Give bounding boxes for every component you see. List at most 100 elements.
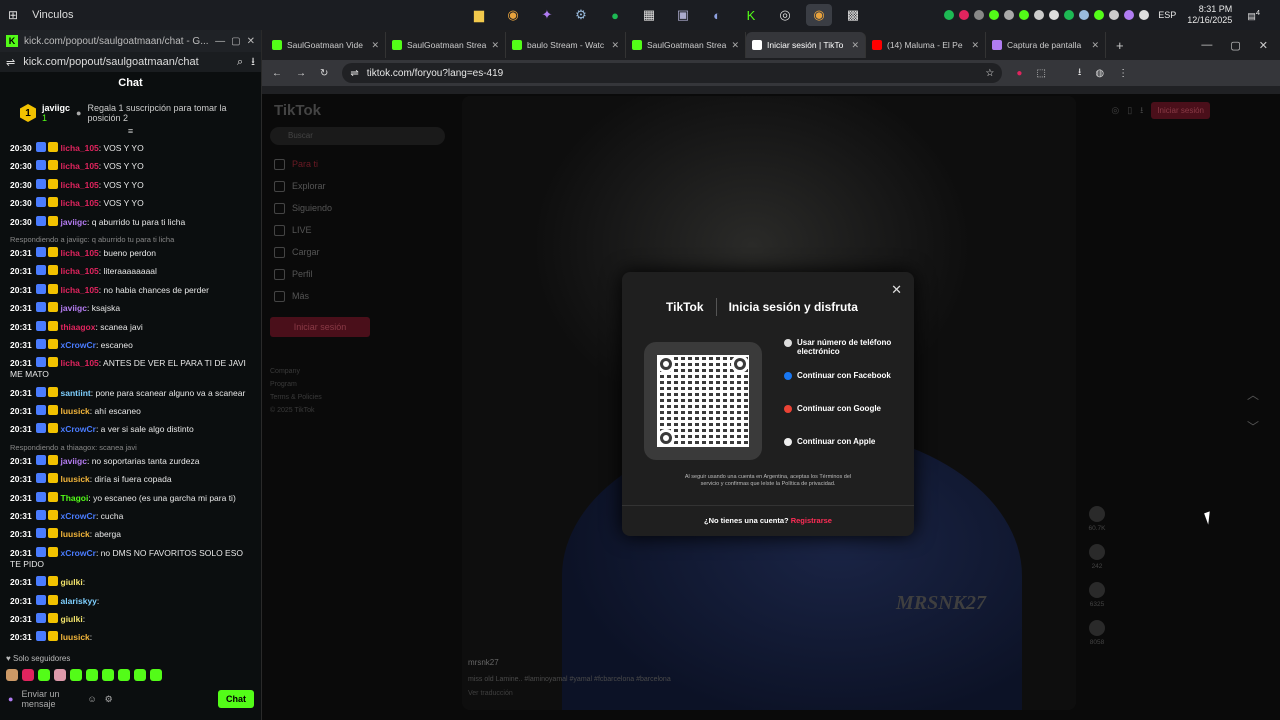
message-user[interactable]: xCrowCr bbox=[61, 548, 96, 558]
nav-item[interactable]: LIVE bbox=[270, 219, 455, 241]
close-icon[interactable]: ✕ bbox=[247, 36, 255, 47]
close-tab-icon[interactable]: ✕ bbox=[371, 40, 379, 51]
message-user[interactable]: luusick bbox=[61, 474, 90, 484]
maximize-icon[interactable]: ▢ bbox=[1230, 39, 1240, 52]
notification-icon[interactable]: ▤4 bbox=[1247, 8, 1260, 22]
discord-icon[interactable]: ◐ bbox=[704, 4, 730, 26]
tray-icon[interactable] bbox=[1094, 10, 1105, 20]
browser-tab[interactable]: SaulGoatmaan Strea ✕ bbox=[626, 32, 746, 58]
message-user[interactable]: licha_105 bbox=[61, 248, 99, 258]
upload-icon[interactable]: ⭳ bbox=[1140, 103, 1143, 119]
browser-tab[interactable]: (14) Maluma - El Pe ✕ bbox=[866, 32, 986, 58]
extension-icon[interactable]: ● bbox=[1016, 68, 1022, 79]
top-login-button[interactable]: Iniciar sesión bbox=[1151, 102, 1210, 119]
send-chat-button[interactable]: Chat bbox=[218, 690, 254, 708]
login-option-google[interactable]: Continuar con Google bbox=[784, 404, 896, 437]
chevron-up-icon[interactable]: ︿ bbox=[1247, 379, 1259, 411]
nav-item[interactable]: Perfil bbox=[270, 263, 455, 285]
clock[interactable]: 8:31 PM 12/16/2025 bbox=[1187, 4, 1232, 26]
windows-start-icon[interactable]: ⊞ bbox=[8, 8, 18, 22]
settings-icon[interactable]: ⚙ bbox=[105, 694, 113, 705]
menu-handle-icon[interactable]: ≡ bbox=[0, 126, 261, 136]
copilot-icon[interactable]: ✦ bbox=[534, 4, 560, 26]
emote-icon[interactable] bbox=[150, 669, 162, 681]
login-option-apple[interactable]: Continuar con Apple bbox=[784, 437, 896, 470]
emote-icon[interactable] bbox=[86, 669, 98, 681]
message-input[interactable]: Enviar un mensaje bbox=[21, 689, 79, 709]
back-icon[interactable]: ← bbox=[272, 68, 282, 79]
steam-icon[interactable]: ⚙ bbox=[568, 4, 594, 26]
close-tab-icon[interactable]: ✕ bbox=[1091, 40, 1099, 51]
emote-icon[interactable] bbox=[102, 669, 114, 681]
emote-icon[interactable] bbox=[54, 669, 66, 681]
emote-icon[interactable] bbox=[6, 669, 18, 681]
message-user[interactable]: licha_105 bbox=[61, 358, 99, 368]
site-info-icon[interactable]: ⇌ bbox=[350, 68, 358, 79]
tray-icon[interactable] bbox=[989, 10, 1000, 20]
star-icon[interactable]: ☆ bbox=[985, 68, 994, 79]
tray-icon[interactable] bbox=[974, 10, 985, 20]
emote-icon[interactable] bbox=[38, 669, 50, 681]
address-bar[interactable]: ⇌ tiktok.com/foryou?lang=es-419 ☆ bbox=[342, 63, 1003, 83]
chevron-down-icon[interactable]: ﹀ bbox=[1247, 411, 1259, 443]
tray-icon[interactable] bbox=[1019, 10, 1030, 20]
browser-tab[interactable]: baulo Stream - Watc ✕ bbox=[506, 32, 626, 58]
tray-icon[interactable] bbox=[1079, 10, 1090, 20]
comment-icon[interactable] bbox=[1089, 544, 1105, 560]
nav-item[interactable]: Explorar bbox=[270, 175, 455, 197]
footer-link[interactable]: © 2025 TikTok bbox=[270, 404, 455, 417]
message-user[interactable]: luusick bbox=[61, 406, 90, 416]
close-icon[interactable]: ✕ bbox=[1259, 39, 1268, 52]
file-explorer-icon[interactable]: ▆ bbox=[466, 4, 492, 26]
tray-icon[interactable] bbox=[1049, 10, 1060, 20]
spotify-icon[interactable]: ● bbox=[602, 4, 628, 26]
message-user[interactable]: licha_105 bbox=[61, 198, 99, 208]
mic-icon[interactable]: ● bbox=[8, 694, 13, 704]
app-icon[interactable]: ▣ bbox=[670, 4, 696, 26]
download-icon[interactable]: ⭳ bbox=[251, 53, 255, 72]
tiktok-logo[interactable]: TikTok bbox=[270, 94, 455, 127]
close-tab-icon[interactable]: ✕ bbox=[851, 40, 859, 51]
wifi-icon[interactable] bbox=[1139, 10, 1150, 20]
message-user[interactable]: licha_105 bbox=[61, 180, 99, 190]
message-user[interactable]: alariskyy bbox=[61, 596, 97, 606]
footer-link[interactable]: Program bbox=[270, 378, 455, 391]
chrome-active-icon[interactable]: ◉ bbox=[806, 4, 832, 26]
language-indicator[interactable]: ESP bbox=[1158, 10, 1176, 20]
download-icon[interactable]: ⭳ bbox=[1078, 65, 1082, 82]
tray-icon[interactable] bbox=[944, 10, 955, 20]
browser-tab[interactable]: Captura de pantalla ✕ bbox=[986, 32, 1106, 58]
message-user[interactable]: giulki bbox=[61, 614, 83, 624]
forward-icon[interactable]: → bbox=[296, 68, 306, 79]
message-user[interactable]: xCrowCr bbox=[61, 424, 96, 434]
message-user[interactable]: santiint bbox=[61, 388, 91, 398]
message-user[interactable]: licha_105 bbox=[61, 161, 99, 171]
close-icon[interactable]: ✕ bbox=[891, 282, 902, 298]
chrome-icon[interactable]: ◉ bbox=[500, 4, 526, 26]
nav-item[interactable]: Cargar bbox=[270, 241, 455, 263]
close-tab-icon[interactable]: ✕ bbox=[491, 40, 499, 51]
emote-icon[interactable] bbox=[22, 669, 34, 681]
browser-tab[interactable]: SaulGoatmaan Vide ✕ bbox=[266, 32, 386, 58]
device-icon[interactable]: ▯ bbox=[1127, 105, 1132, 116]
gifter-info[interactable]: javiigc 1 bbox=[42, 103, 70, 123]
close-tab-icon[interactable]: ✕ bbox=[971, 40, 979, 51]
message-user[interactable]: Thagoi bbox=[61, 493, 89, 503]
share-icon[interactable] bbox=[1089, 620, 1105, 636]
browser-tab[interactable]: Iniciar sesión | TikTo ✕ bbox=[746, 32, 866, 58]
message-user[interactable]: giulki bbox=[61, 577, 83, 587]
message-user[interactable]: javiigc bbox=[61, 456, 87, 466]
nav-item[interactable]: Siguiendo bbox=[270, 197, 455, 219]
message-user[interactable]: javiigc bbox=[61, 217, 87, 227]
tray-icon[interactable] bbox=[1034, 10, 1045, 20]
minimize-icon[interactable]: — bbox=[1201, 39, 1212, 52]
tray-icon[interactable] bbox=[1004, 10, 1015, 20]
login-option-phone[interactable]: Usar número de teléfono electrónico bbox=[784, 338, 896, 371]
browser-tab[interactable]: SaulGoatmaan Strea ✕ bbox=[386, 32, 506, 58]
store-icon[interactable]: ▦ bbox=[636, 4, 662, 26]
close-tab-icon[interactable]: ✕ bbox=[731, 40, 739, 51]
tray-icon[interactable] bbox=[1124, 10, 1135, 20]
emote-icon[interactable] bbox=[134, 669, 146, 681]
footer-link[interactable]: Company bbox=[270, 365, 455, 378]
message-user[interactable]: xCrowCr bbox=[61, 340, 96, 350]
